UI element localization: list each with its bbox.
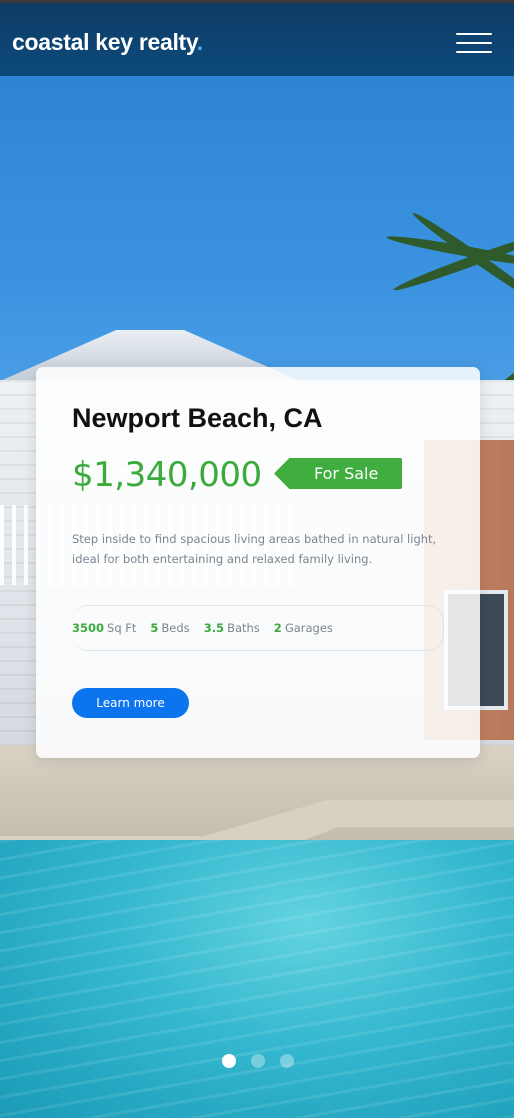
- status-badge: For Sale: [274, 458, 402, 489]
- site-header: coastal key realty.: [0, 0, 514, 76]
- spec-unit: Baths: [227, 621, 260, 635]
- spec-baths: 3.5 Baths: [204, 621, 260, 635]
- carousel-dot-1[interactable]: [222, 1054, 236, 1068]
- listing-description: Step inside to find spacious living area…: [72, 532, 437, 566]
- brand-dot: .: [196, 29, 203, 55]
- spec-value: 2: [273, 621, 282, 635]
- hamburger-menu-icon[interactable]: [456, 33, 492, 55]
- spec-value: 3.5: [203, 621, 225, 635]
- spec-value: 5: [150, 621, 159, 635]
- spec-unit: Garages: [284, 621, 333, 635]
- spec-sqft: 3500 Sq Ft: [72, 621, 136, 635]
- carousel-indicators: [222, 1054, 294, 1068]
- listing-location: Newport Beach, CA: [72, 403, 323, 433]
- carousel-dot-3[interactable]: [280, 1054, 294, 1068]
- spec-beds: 5 Beds: [150, 621, 189, 635]
- spec-value: 3500: [72, 621, 105, 635]
- carousel-dot-2[interactable]: [251, 1054, 265, 1068]
- learn-more-button[interactable]: Learn more: [72, 688, 189, 718]
- status-badge-label: For Sale: [314, 464, 379, 483]
- spec-unit: Beds: [161, 621, 190, 635]
- listing-price: $1,340,000: [72, 455, 262, 495]
- spec-unit: Sq Ft: [107, 621, 137, 635]
- listing-specs: 3500 Sq Ft 5 Beds 3.5 Baths 2 Garages: [72, 605, 444, 651]
- brand-name: coastal key realty: [12, 29, 197, 55]
- listing-card: Newport Beach, CA $1,340,000 For Sale St…: [36, 367, 480, 758]
- brand-logo[interactable]: coastal key realty.: [12, 29, 203, 56]
- spec-garages: 2 Garages: [274, 621, 333, 635]
